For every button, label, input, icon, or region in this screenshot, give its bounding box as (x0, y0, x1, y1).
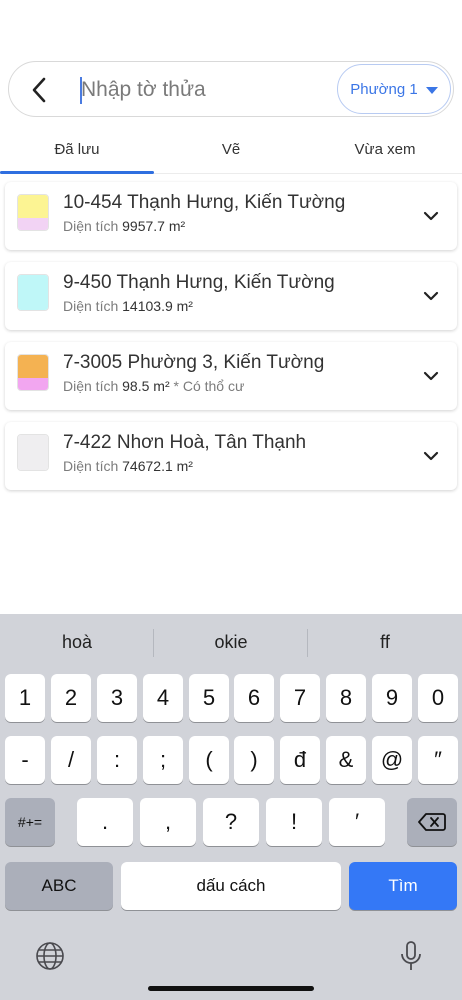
back-button[interactable] (19, 70, 59, 110)
key[interactable]: ( (189, 736, 229, 784)
search-key[interactable]: Tìm (349, 862, 457, 910)
suggestion-item[interactable]: ff (308, 614, 462, 670)
key[interactable]: 7 (280, 674, 320, 722)
tab-saved[interactable]: Đã lưu (0, 126, 154, 172)
key[interactable]: 1 (5, 674, 45, 722)
key[interactable]: 8 (326, 674, 366, 722)
search-bar: Phường 1 (8, 61, 454, 117)
swatch-bottom (18, 218, 48, 230)
tab-bar: Đã lưu Vẽ Vừa xem (0, 126, 462, 174)
key[interactable]: ! (266, 798, 322, 846)
ward-dropdown[interactable]: Phường 1 (337, 64, 451, 114)
suggestion-bar: hoà okie ff (0, 614, 462, 670)
key[interactable]: 0 (418, 674, 458, 722)
swatch-top (18, 195, 48, 219)
parcel-area: Diện tích 14103.9 m² (63, 298, 193, 314)
list-item[interactable]: 7-3005 Phường 3, Kiến Tường Diện tích 98… (5, 342, 457, 410)
keyboard: hoà okie ff 1 2 3 4 5 6 7 8 9 0 - / : ; … (0, 614, 462, 1000)
key[interactable]: 5 (189, 674, 229, 722)
swatch-bottom (18, 298, 48, 310)
key[interactable]: ) (234, 736, 274, 784)
key[interactable]: ′ (329, 798, 385, 846)
key[interactable]: . (77, 798, 133, 846)
expand-button[interactable] (419, 204, 443, 228)
parcel-title: 9-450 Thạnh Hưng, Kiến Tường (63, 272, 335, 293)
space-key[interactable]: dấu cách (121, 862, 341, 910)
globe-icon[interactable] (30, 936, 70, 976)
key[interactable]: ; (143, 736, 183, 784)
tab-draw[interactable]: Vẽ (154, 126, 308, 172)
parcel-color-swatch (17, 354, 49, 391)
list-item[interactable]: 9-450 Thạnh Hưng, Kiến Tường Diện tích 1… (5, 262, 457, 330)
swatch-bottom (18, 458, 48, 470)
key[interactable]: 9 (372, 674, 412, 722)
suggestion-item[interactable]: hoà (0, 614, 154, 670)
key[interactable]: 6 (234, 674, 274, 722)
swatch-bottom (18, 378, 48, 390)
chevron-down-icon (423, 371, 439, 381)
chevron-left-icon (32, 77, 46, 103)
backspace-key[interactable] (407, 798, 457, 846)
caret-down-icon (425, 86, 438, 94)
parcel-title: 10-454 Thạnh Hưng, Kiến Tường (63, 192, 346, 213)
key[interactable]: đ (280, 736, 320, 784)
parcel-color-swatch (17, 274, 49, 311)
parcel-area: Diện tích 74672.1 m² (63, 458, 193, 474)
ward-dropdown-label: Phường 1 (350, 80, 418, 98)
key[interactable]: 2 (51, 674, 91, 722)
key[interactable]: / (51, 736, 91, 784)
key[interactable]: ? (203, 798, 259, 846)
parcel-area: Diện tích 9957.7 m² (63, 218, 186, 234)
chevron-down-icon (423, 451, 439, 461)
key[interactable]: , (140, 798, 196, 846)
search-input[interactable] (81, 70, 331, 110)
expand-button[interactable] (419, 364, 443, 388)
key[interactable]: 3 (97, 674, 137, 722)
expand-button[interactable] (419, 444, 443, 468)
tab-recent[interactable]: Vừa xem (308, 126, 462, 172)
swatch-top (18, 355, 48, 379)
list-item[interactable]: 10-454 Thạnh Hưng, Kiến Tường Diện tích … (5, 182, 457, 250)
home-indicator (148, 986, 314, 991)
swatch-top (18, 275, 48, 299)
suggestion-item[interactable]: okie (154, 614, 308, 670)
abc-key[interactable]: ABC (5, 862, 113, 910)
expand-button[interactable] (419, 284, 443, 308)
parcel-color-swatch (17, 434, 49, 471)
chevron-down-icon (423, 291, 439, 301)
microphone-icon[interactable] (391, 936, 431, 976)
key[interactable]: @ (372, 736, 412, 784)
backspace-icon (418, 813, 446, 831)
parcel-title: 7-3005 Phường 3, Kiến Tường (63, 352, 325, 373)
key[interactable]: - (5, 736, 45, 784)
swatch-top (18, 435, 48, 459)
key[interactable]: 4 (143, 674, 183, 722)
symbols-key[interactable]: #+= (5, 798, 55, 846)
chevron-down-icon (423, 211, 439, 221)
key[interactable]: & (326, 736, 366, 784)
list-item[interactable]: 7-422 Nhơn Hoà, Tân Thạnh Diện tích 7467… (5, 422, 457, 490)
active-tab-indicator (0, 171, 154, 174)
parcel-color-swatch (17, 194, 49, 231)
parcel-title: 7-422 Nhơn Hoà, Tân Thạnh (63, 432, 307, 453)
parcel-area: Diện tích 98.5 m² * Có thổ cư (63, 378, 245, 394)
key[interactable]: : (97, 736, 137, 784)
key[interactable]: ″ (418, 736, 458, 784)
